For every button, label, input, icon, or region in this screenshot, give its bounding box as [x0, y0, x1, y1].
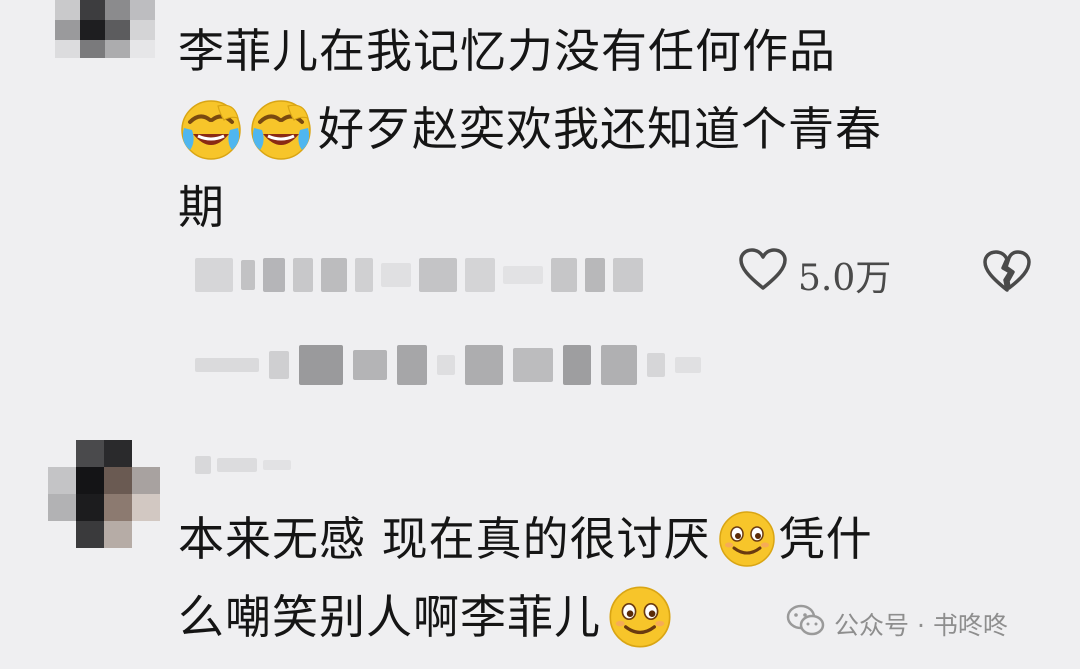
comment-2-line-2: 么嘲笑别人啊李菲儿: [178, 590, 601, 644]
comment-screen: 李菲儿在我记忆力没有任何作品 好歹赵奕欢我还知道个青春 期 5.0万 本来无感 …: [0, 0, 1080, 669]
laugh-cry-emoji-icon: [248, 96, 314, 162]
like-count: 5.0万: [798, 257, 892, 299]
laugh-cry-emoji-icon: [178, 96, 244, 162]
wechat-icon: [786, 604, 826, 644]
avatar-pixelated-2[interactable]: [48, 440, 160, 548]
heart-outline-icon[interactable]: [738, 248, 788, 301]
smile-emoji-icon: [607, 584, 673, 650]
comment-2-line-1b: 凭什: [778, 512, 873, 566]
comment-1-meta-redacted: [195, 258, 643, 292]
avatar-pixelated-1[interactable]: [55, 0, 155, 58]
comment-2-line-1a: 本来无感 现在真的很讨厌: [178, 512, 711, 566]
comment-1-line-3: 期: [178, 180, 225, 234]
watermark-text: 公众号 · 书咚咚: [834, 611, 1008, 640]
comment-1-body: 李菲儿在我记忆力没有任何作品 好歹赵奕欢我还知道个青春 期: [178, 12, 882, 246]
smile-emoji-icon: [717, 509, 777, 569]
dislike-action[interactable]: [982, 250, 1032, 298]
comment-1-line-2: 好歹赵奕欢我还知道个青春: [318, 102, 882, 156]
like-action[interactable]: 5.0万: [738, 248, 891, 301]
comment-2-username-redacted[interactable]: [195, 456, 291, 474]
watermark: 公众号 · 书咚咚: [786, 604, 1008, 644]
reply-row-redacted[interactable]: [195, 345, 701, 385]
comment-2-body: 本来无感 现在真的很讨厌 凭什 么嘲笑别人啊李菲儿: [178, 500, 873, 656]
broken-heart-icon[interactable]: [982, 250, 1032, 298]
comment-1-line-1: 李菲儿在我记忆力没有任何作品: [178, 24, 836, 78]
